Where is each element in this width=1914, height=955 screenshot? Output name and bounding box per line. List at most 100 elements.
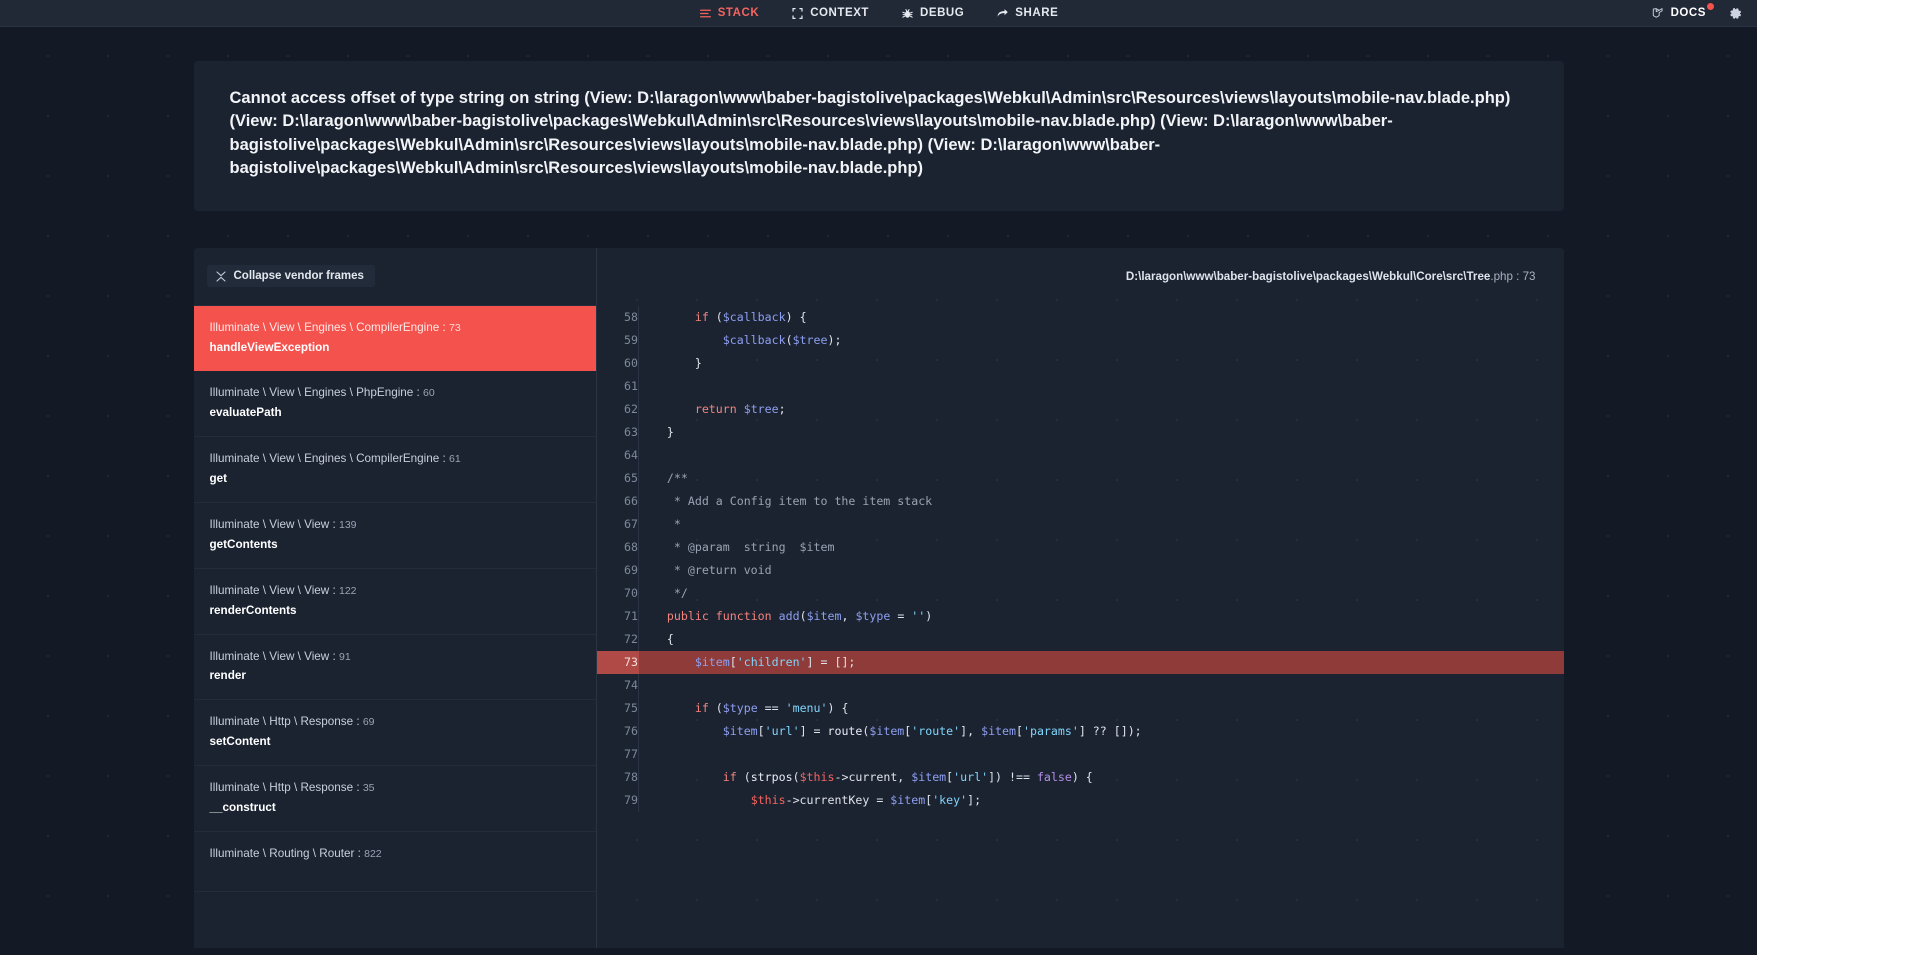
frame-item[interactable]: Illuminate \ View \ Engines \ CompilerEn…	[193, 305, 596, 372]
code-line: 75 if ($type == 'menu') {	[596, 696, 1564, 720]
code-token: ) {	[827, 700, 849, 715]
code-token: * @param string $item	[639, 539, 835, 554]
nav-tab-stack[interactable]: STACK	[699, 7, 760, 20]
code-token: $item	[981, 723, 1016, 738]
nav-tab-debug[interactable]: DEBUG	[901, 7, 964, 20]
code-line-number: 71	[596, 604, 639, 628]
nav-tab-share[interactable]: SHARE	[996, 7, 1058, 20]
ignition-error-page: STACK CONTEXT DEBUG SHARE DOCS Cannot ac…	[0, 0, 1757, 955]
frame-item[interactable]: Illuminate \ View \ View : 139 getContent…	[193, 503, 596, 569]
code-token: ) {	[1071, 769, 1093, 784]
code-line-source: return $tree;	[639, 398, 1564, 421]
code-token: }	[639, 424, 674, 439]
code-line: 72 {	[596, 627, 1564, 651]
code-token: function	[715, 608, 772, 623]
code-line-source: if ($type == 'menu') {	[639, 697, 1564, 720]
code-line: 67 *	[596, 512, 1564, 536]
code-line-number: 64	[596, 443, 639, 467]
stack-trace-panel: Collapse vendor frames Illuminate \ View…	[193, 247, 1564, 948]
code-line-number: 73	[596, 650, 639, 674]
code-line-number: 65	[596, 466, 639, 490]
code-line-source: /**	[639, 467, 1564, 490]
code-token: if	[694, 309, 709, 324]
code-token: $item	[890, 792, 926, 807]
code-token: 'menu'	[785, 700, 828, 715]
code-line-number: 59	[596, 328, 639, 352]
code-token: ],	[960, 723, 982, 738]
frame-method: get	[209, 472, 228, 486]
docs-notification-badge	[1707, 2, 1714, 10]
frame-item[interactable]: Illuminate \ View \ Engines \ PhpEngine …	[193, 371, 596, 438]
code-scroll-area[interactable]: 58 if ($callback) {59 $callback($tree); 6…	[596, 305, 1564, 948]
code-line-source	[639, 444, 1564, 467]
collapse-vendor-frames-button[interactable]: Collapse vendor frames	[206, 265, 375, 288]
code-line: 70 */	[596, 581, 1564, 605]
frame-item[interactable]: Illuminate \ View \ View : 91 render	[193, 635, 596, 701]
code-line: 62 return $tree;	[596, 397, 1564, 421]
frame-class: Illuminate \ View \ Engines \ PhpEngine …	[209, 386, 435, 400]
code-line-source: if (strpos($this->current, $item['url'])…	[639, 766, 1564, 789]
nav-tab-context[interactable]: CONTEXT	[791, 7, 869, 20]
frame-line-number: 822	[364, 847, 382, 860]
code-line-number: 68	[596, 535, 639, 559]
top-navigation-bar: STACK CONTEXT DEBUG SHARE DOCS	[0, 0, 1757, 27]
code-file-path-ext: .php	[1490, 270, 1513, 284]
code-line-number: 67	[596, 512, 639, 536]
nav-tab-context-label: CONTEXT	[810, 7, 869, 19]
context-icon	[791, 7, 804, 20]
code-token: strpos	[750, 769, 793, 784]
code-line-source	[639, 743, 1564, 766]
code-line: 78 if (strpos($this->current, $item['url…	[596, 765, 1564, 789]
collapse-vendor-frames-label: Collapse vendor frames	[233, 270, 364, 283]
code-token: $callback	[722, 332, 786, 347]
frame-method: __construct	[209, 801, 276, 815]
stack-icon	[699, 7, 712, 20]
gear-icon[interactable]	[1728, 6, 1743, 21]
code-token: [	[1016, 723, 1023, 738]
code-token: (	[792, 769, 800, 784]
frame-class: Illuminate \ View \ View : 122	[209, 583, 357, 597]
code-token: (	[799, 608, 807, 623]
code-token: add	[778, 608, 800, 623]
code-token: [	[729, 654, 737, 669]
code-token: );	[827, 332, 842, 347]
docs-link[interactable]: DOCS	[1652, 2, 1714, 20]
code-line: 61	[596, 374, 1564, 398]
code-line-source: $callback($tree);	[639, 329, 1564, 352]
frame-class: Illuminate \ Http \ Response : 35	[209, 781, 375, 795]
code-token: ];	[967, 792, 982, 807]
code-line-source: $this->currentKey = $item['key'];	[639, 789, 1564, 812]
debug-icon	[901, 7, 914, 20]
frame-item[interactable]: Illuminate \ Http \ Response : 69 setCont…	[193, 700, 596, 767]
code-token: ;	[778, 401, 786, 416]
frame-line-number: 122	[339, 584, 357, 597]
frame-class: Illuminate \ Routing \ Router : 822	[209, 846, 382, 860]
code-line-number: 70	[596, 581, 639, 605]
code-token: if	[694, 700, 709, 715]
code-token: =	[890, 608, 912, 623]
code-line-number: 69	[596, 558, 639, 582]
frame-item[interactable]: Illuminate \ Routing \ Router : 822	[193, 832, 596, 892]
frame-item[interactable]: Illuminate \ View \ View : 122 renderCont…	[193, 569, 596, 635]
code-line: 65 /**	[596, 466, 1564, 490]
code-line-number: 58	[596, 305, 639, 329]
code-line: 59 $callback($tree);	[596, 328, 1564, 352]
code-line: 63 }	[596, 420, 1564, 444]
code-token: ==	[757, 700, 786, 715]
code-line-source: * @param string $item	[639, 536, 1564, 559]
frame-item[interactable]: Illuminate \ Http \ Response : 35 __const…	[193, 766, 596, 832]
code-token: )	[925, 608, 933, 623]
code-token: (	[785, 332, 793, 347]
nav-right-actions: DOCS	[1652, 2, 1743, 21]
code-token: 'route'	[911, 723, 961, 738]
frame-class: Illuminate \ View \ View : 91	[209, 649, 351, 663]
frame-item[interactable]: Illuminate \ View \ Engines \ CompilerEn…	[193, 437, 596, 503]
code-token: $tree	[792, 332, 828, 347]
code-line-source	[639, 674, 1564, 697]
code-token: * @return void	[639, 562, 772, 577]
code-line-number: 66	[596, 489, 639, 513]
